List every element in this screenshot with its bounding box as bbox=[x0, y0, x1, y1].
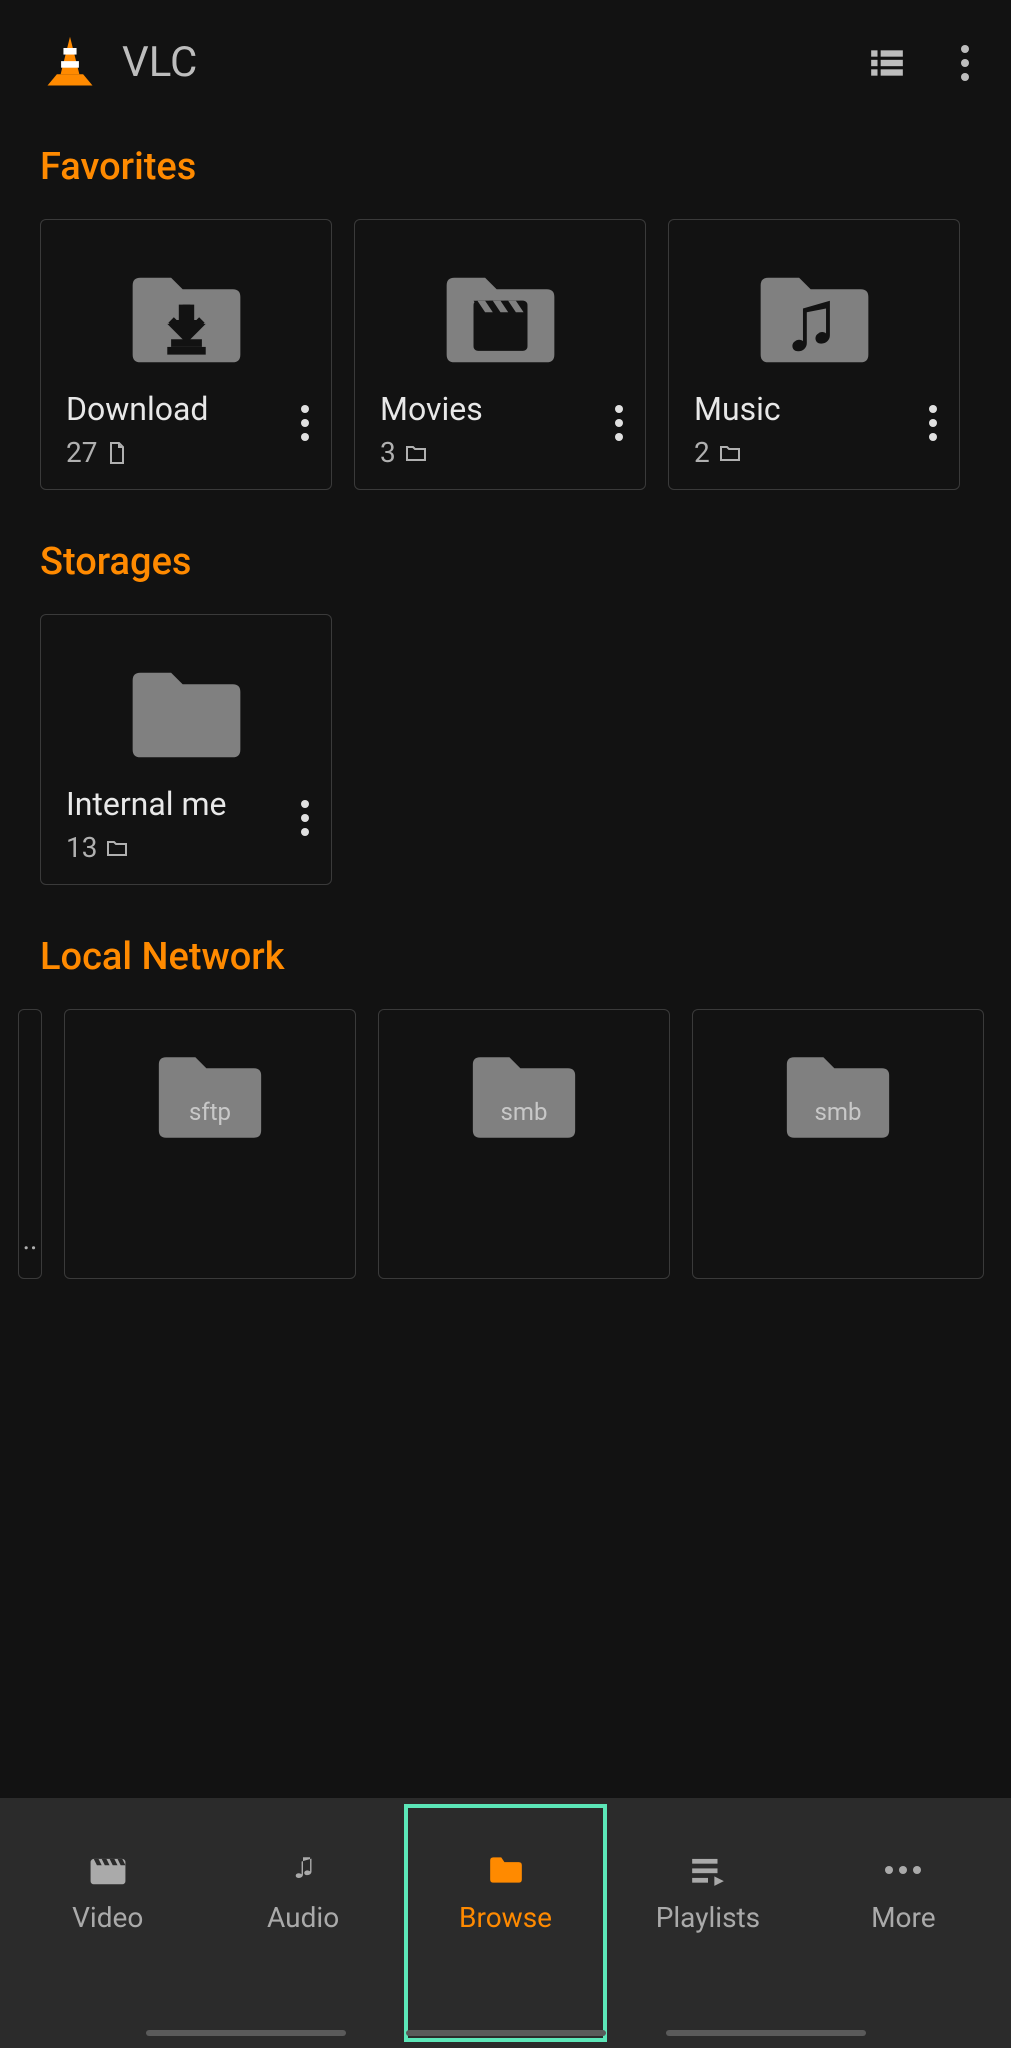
folder-music-icon bbox=[752, 270, 877, 370]
storages-row: Internal me 13 bbox=[40, 614, 971, 885]
storage-card-internal[interactable]: Internal me 13 bbox=[40, 614, 332, 885]
nav-label: Video bbox=[72, 1901, 143, 1934]
folder-icon bbox=[105, 836, 129, 860]
card-subtitle: 27 bbox=[66, 436, 306, 469]
network-card-smb-1[interactable]: smb bbox=[378, 1009, 670, 1279]
favorites-row: Download 27 Movies bbox=[40, 219, 971, 490]
card-subtitle: 13 bbox=[66, 831, 306, 864]
audio-icon bbox=[284, 1853, 322, 1887]
folder-icon bbox=[404, 441, 428, 465]
favorites-heading: Favorites bbox=[40, 145, 971, 189]
card-subtitle: 3 bbox=[380, 436, 620, 469]
app-header: VLC bbox=[0, 0, 1011, 115]
folder-icon bbox=[718, 441, 742, 465]
app-title: VLC bbox=[122, 38, 868, 87]
network-card-sftp[interactable]: sftp bbox=[64, 1009, 356, 1279]
card-title: Movies bbox=[380, 390, 620, 428]
nav-browse[interactable]: Browse bbox=[404, 1804, 607, 2042]
card-title: Internal me bbox=[66, 785, 306, 823]
folder-label: smb bbox=[815, 1098, 862, 1126]
card-subtitle: 2 bbox=[694, 436, 934, 469]
main-content: Favorites Download 27 bbox=[0, 115, 1011, 1279]
card-title: Music bbox=[694, 390, 934, 428]
favorite-card-download[interactable]: Download 27 bbox=[40, 219, 332, 490]
folder-download-icon bbox=[124, 270, 249, 370]
nav-audio[interactable]: Audio bbox=[205, 1798, 400, 2048]
folder-movies-icon bbox=[438, 270, 563, 370]
list-view-icon[interactable] bbox=[868, 44, 906, 82]
header-more-icon[interactable] bbox=[961, 43, 971, 83]
nav-label: Playlists bbox=[656, 1901, 760, 1934]
nav-playlists[interactable]: Playlists bbox=[610, 1798, 805, 2048]
card-more-icon[interactable] bbox=[301, 800, 309, 836]
favorite-card-movies[interactable]: Movies 3 bbox=[354, 219, 646, 490]
video-icon bbox=[89, 1853, 127, 1887]
card-title: Download bbox=[66, 390, 306, 428]
network-card-partial-left[interactable]: .. bbox=[18, 1009, 42, 1279]
bottom-navigation: Video Audio Browse Playlists More bbox=[0, 1798, 1011, 2048]
more-horizontal-icon bbox=[884, 1853, 922, 1887]
nav-label: Browse bbox=[459, 1901, 552, 1934]
local-network-heading: Local Network bbox=[40, 935, 971, 979]
nav-more[interactable]: More bbox=[806, 1798, 1001, 2048]
card-more-icon[interactable] bbox=[301, 405, 309, 441]
network-row: .. sftp smb smb bbox=[18, 1009, 971, 1279]
file-icon bbox=[105, 441, 129, 465]
storages-heading: Storages bbox=[40, 540, 971, 584]
card-more-icon[interactable] bbox=[929, 405, 937, 441]
folder-label: sftp bbox=[189, 1098, 231, 1126]
playlist-icon bbox=[689, 1853, 727, 1887]
gesture-navigation-bar bbox=[0, 2030, 1011, 2036]
favorite-card-music[interactable]: Music 2 bbox=[668, 219, 960, 490]
folder-icon bbox=[487, 1853, 525, 1887]
card-more-icon[interactable] bbox=[615, 405, 623, 441]
network-card-smb-2[interactable]: smb bbox=[692, 1009, 984, 1279]
nav-label: Audio bbox=[267, 1901, 339, 1934]
nav-label: More bbox=[871, 1901, 936, 1934]
folder-icon bbox=[124, 665, 249, 765]
nav-video[interactable]: Video bbox=[10, 1798, 205, 2048]
folder-label: smb bbox=[501, 1098, 548, 1126]
vlc-logo-icon bbox=[40, 33, 100, 93]
